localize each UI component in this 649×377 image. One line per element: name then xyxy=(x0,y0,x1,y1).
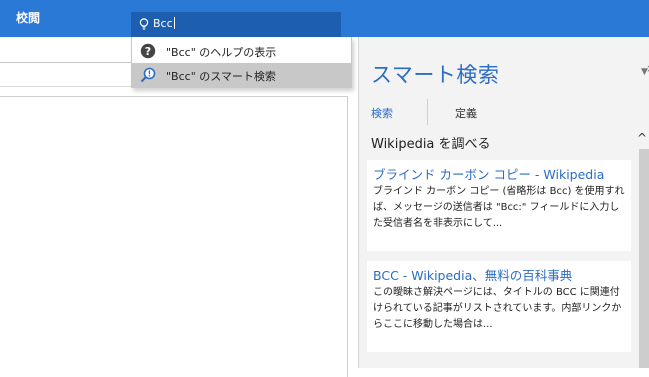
tab-divider xyxy=(427,99,428,125)
search-suggestions-dropdown: ? "Bcc" のヘルプの表示 ! "Bcc" のスマート検索 xyxy=(131,37,352,88)
suggestion-help[interactable]: ? "Bcc" のヘルプの表示 xyxy=(132,39,351,63)
result-title-link[interactable]: BCC - Wikipedia、無料の百科事典 xyxy=(373,267,625,284)
lightbulb-icon xyxy=(139,18,149,30)
suggestion-smart-lookup-label: "Bcc" のスマート検索 xyxy=(166,70,276,83)
scrollbar[interactable] xyxy=(639,149,649,368)
svg-text:?: ? xyxy=(145,45,151,58)
suggestion-smart-lookup[interactable]: ! "Bcc" のスマート検索 xyxy=(132,63,351,87)
text-caret xyxy=(173,17,175,29)
svg-text:!: ! xyxy=(148,70,152,79)
help-icon: ? xyxy=(140,43,156,59)
smart-lookup-pane: スマート検索 ▼ × 検索 定義 Wikipedia を調べる ^ ブラインド … xyxy=(358,37,649,368)
result-card[interactable]: ブラインド カーボン コピー - Wikipedia ブラインド カーボン コピ… xyxy=(367,160,631,251)
tab-review[interactable]: 校閲 xyxy=(16,9,40,26)
tell-me-search-box[interactable]: Bcc xyxy=(131,12,341,37)
result-card[interactable]: BCC - Wikipedia、無料の百科事典 この曖昧さ解決ページには、タイト… xyxy=(367,261,631,352)
result-snippet: ブラインド カーボン コピー (省略形は Bcc) を使用すれば、メッセージの送… xyxy=(373,186,625,229)
pane-title: スマート検索 xyxy=(371,63,500,87)
result-snippet: この曖昧さ解決ページには、タイトルの BCC に関連付けられている記事がリストさ… xyxy=(373,287,622,330)
tab-search[interactable]: 検索 xyxy=(371,105,393,121)
suggestion-help-label: "Bcc" のヘルプの表示 xyxy=(166,46,277,59)
tab-define[interactable]: 定義 xyxy=(455,105,477,121)
search-input[interactable]: Bcc xyxy=(153,17,175,30)
document-canvas[interactable] xyxy=(0,96,348,377)
ribbon: 校閲 Bcc xyxy=(0,0,649,37)
scroll-up-arrow-icon[interactable]: ^ xyxy=(637,131,647,145)
result-title-link[interactable]: ブラインド カーボン コピー - Wikipedia xyxy=(373,166,625,183)
smart-lookup-icon: ! xyxy=(140,67,156,83)
section-heading: Wikipedia を調べる xyxy=(371,137,491,152)
